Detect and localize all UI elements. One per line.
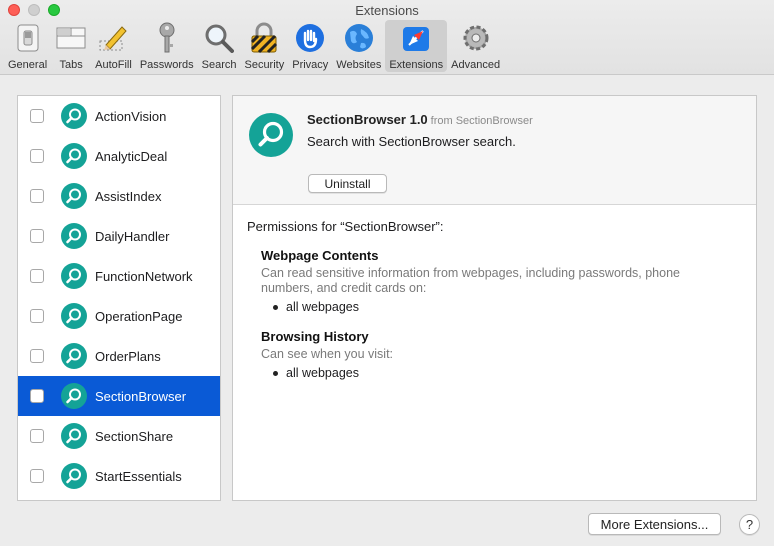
bullet-dot (273, 304, 278, 310)
enable-checkbox[interactable] (30, 269, 44, 283)
list-item[interactable]: AnalyticDeal (18, 136, 220, 176)
magnifier-icon (61, 103, 87, 129)
extension-name: OperationPage (95, 308, 183, 324)
extension-name: StartEssentials (95, 468, 182, 484)
tab-extensions[interactable]: Extensions (385, 20, 448, 72)
magnifier-icon (61, 143, 87, 169)
magnifier-icon (61, 263, 87, 289)
tab-tabs[interactable]: Tabs (51, 20, 91, 72)
hand-icon (294, 22, 326, 54)
tab-advanced[interactable]: Advanced (447, 20, 504, 72)
more-extensions-button[interactable]: More Extensions... (588, 513, 721, 535)
extension-name: ActionVision (95, 108, 167, 124)
list-item[interactable]: ActionVision (18, 96, 220, 136)
help-button[interactable]: ? (739, 514, 760, 535)
magnifier-icon (249, 113, 293, 157)
magnifier-icon (61, 183, 87, 209)
pencil-icon (97, 22, 129, 54)
extension-detail-panel: SectionBrowser 1.0 from SectionBrowser Se… (232, 95, 757, 501)
permission-title: Browsing History (261, 329, 369, 344)
permission-bullet: all webpages (273, 366, 359, 380)
extension-title: SectionBrowser 1.0 from SectionBrowser (307, 112, 533, 127)
enable-checkbox[interactable] (30, 469, 44, 483)
gear-icon (460, 22, 492, 54)
extension-name: AssistIndex (95, 188, 162, 204)
switch-icon (12, 22, 44, 54)
list-item[interactable]: OperationPage (18, 296, 220, 336)
uninstall-button[interactable]: Uninstall (308, 174, 387, 193)
magnifier-icon (61, 223, 87, 249)
tab-search[interactable]: Search (198, 20, 241, 72)
list-item[interactable]: StartEssentials (18, 456, 220, 496)
tab-general[interactable]: General (4, 20, 51, 72)
bullet-dot (273, 370, 278, 376)
magnifier-icon (203, 22, 235, 54)
extension-name: SectionShare (95, 428, 174, 444)
tab-security[interactable]: Security (240, 20, 288, 72)
list-item[interactable]: SectionShare (18, 416, 220, 456)
enable-checkbox[interactable] (30, 109, 44, 123)
extension-name: DailyHandler (95, 228, 170, 244)
tab-autofill[interactable]: AutoFill (91, 20, 136, 72)
tab-privacy[interactable]: Privacy (288, 20, 332, 72)
list-item[interactable]: DailyHandler (18, 216, 220, 256)
title-bar: Extensions General Tabs AutoFill Passwor… (0, 0, 774, 75)
window-title: Extensions (355, 3, 419, 18)
list-item[interactable]: FunctionNetwork (18, 256, 220, 296)
extensions-list: ActionVision AnalyticDeal AssistIndex Da… (17, 95, 221, 501)
list-item[interactable]: OrderPlans (18, 336, 220, 376)
permissions-heading: Permissions for “SectionBrowser”: (247, 219, 444, 234)
magnifier-icon (61, 423, 87, 449)
enable-checkbox[interactable] (30, 349, 44, 363)
tab-passwords[interactable]: Passwords (136, 20, 198, 72)
enable-checkbox[interactable] (30, 389, 44, 403)
extension-developer: from SectionBrowser (430, 115, 533, 127)
extension-name: FunctionNetwork (95, 268, 193, 284)
extension-name-version: SectionBrowser 1.0 (307, 112, 428, 127)
preferences-toolbar: General Tabs AutoFill Passwords Search S… (4, 20, 504, 72)
extension-name: OrderPlans (95, 348, 161, 364)
magnifier-icon (61, 463, 87, 489)
extension-header: SectionBrowser 1.0 from SectionBrowser Se… (233, 96, 756, 205)
tabs-icon (55, 22, 87, 54)
globe-icon (343, 22, 375, 54)
enable-checkbox[interactable] (30, 429, 44, 443)
extension-name: AnalyticDeal (95, 148, 168, 164)
magnifier-icon (61, 343, 87, 369)
permission-bullet: all webpages (273, 300, 359, 314)
magnifier-icon (61, 383, 87, 409)
list-item[interactable]: AssistIndex (18, 176, 220, 216)
preferences-window: Extensions General Tabs AutoFill Passwor… (0, 0, 774, 546)
extensions-icon (400, 22, 432, 54)
tab-websites[interactable]: Websites (332, 20, 385, 72)
permission-scope: all webpages (286, 300, 359, 314)
enable-checkbox[interactable] (30, 229, 44, 243)
key-icon (151, 22, 183, 54)
padlock-icon (248, 22, 280, 54)
enable-checkbox[interactable] (30, 309, 44, 323)
list-item-selected[interactable]: SectionBrowser (18, 376, 220, 416)
magnifier-icon (61, 303, 87, 329)
extension-description: Search with SectionBrowser search. (307, 134, 516, 149)
permission-description: Can read sensitive information from webp… (261, 266, 680, 295)
permission-scope: all webpages (286, 366, 359, 380)
extension-name: SectionBrowser (95, 388, 187, 404)
permission-description: Can see when you visit: (261, 347, 394, 361)
enable-checkbox[interactable] (30, 149, 44, 163)
enable-checkbox[interactable] (30, 189, 44, 203)
permission-title: Webpage Contents (261, 248, 379, 263)
